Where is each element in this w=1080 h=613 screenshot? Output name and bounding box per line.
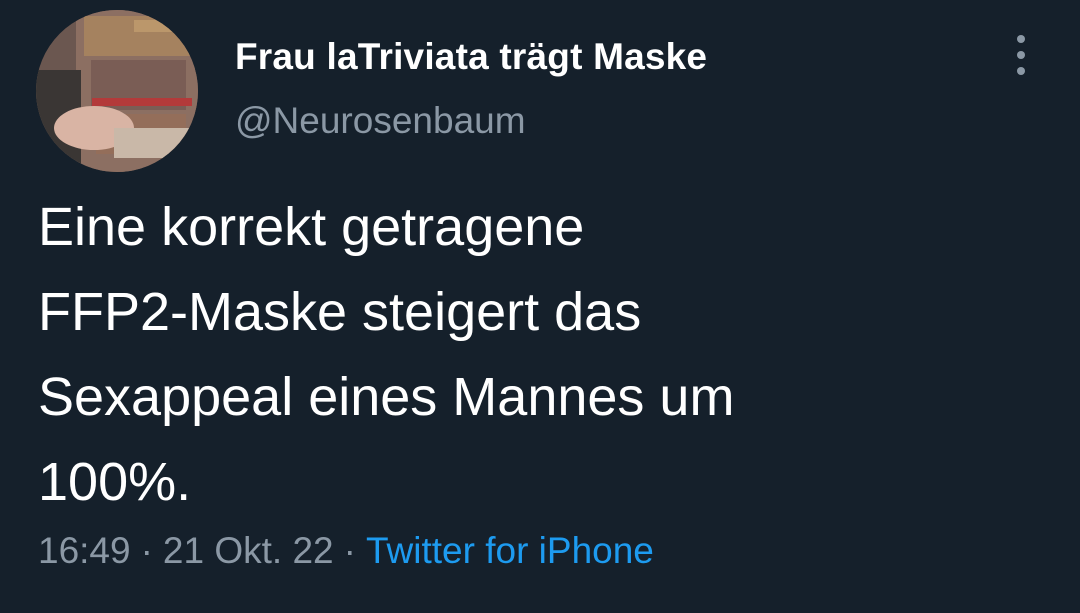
author-display-name[interactable]: Frau laTriviata trägt Maske	[235, 36, 707, 78]
more-dot	[1017, 35, 1025, 43]
tweet-date[interactable]: 21 Okt. 22	[163, 530, 334, 571]
tweet-meta: 16:49 · 21 Okt. 22 · Twitter for iPhone	[38, 530, 654, 572]
tweet-text-line: Eine korrekt getragene	[38, 197, 585, 257]
avatar[interactable]	[36, 10, 198, 172]
tweet-source-link[interactable]: Twitter for iPhone	[366, 530, 654, 571]
author-handle[interactable]: @Neurosenbaum	[235, 100, 526, 142]
tweet-time[interactable]: 16:49	[38, 530, 131, 571]
avatar-image	[36, 10, 198, 172]
meta-separator: ·	[140, 530, 153, 571]
more-vertical-icon[interactable]	[1003, 30, 1039, 80]
tweet-card: Frau laTriviata trägt Maske @Neurosenbau…	[0, 0, 1080, 613]
tweet-text-line: Sexappeal eines Mannes um	[38, 367, 735, 427]
more-dot	[1017, 51, 1025, 59]
tweet-text-line: FFP2-Maske steigert das	[38, 282, 642, 342]
meta-separator: ·	[343, 530, 356, 571]
tweet-text-line: 100%.	[38, 452, 192, 512]
more-dot	[1017, 67, 1025, 75]
tweet-text: Eine korrekt getragene FFP2-Maske steige…	[38, 185, 1038, 525]
